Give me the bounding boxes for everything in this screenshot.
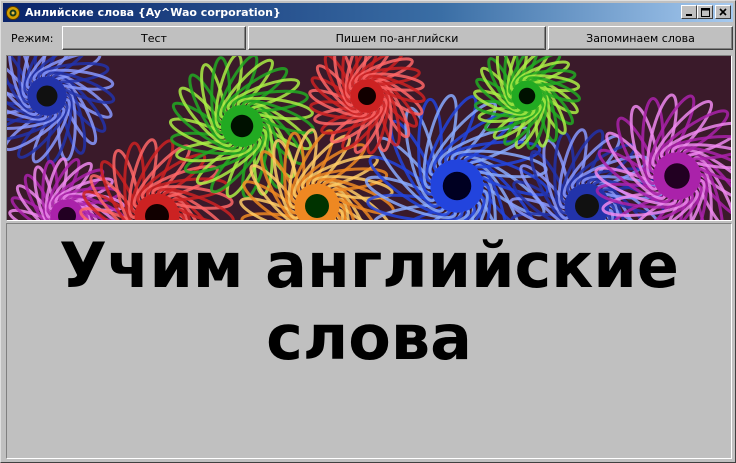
headline: Учим английские слова bbox=[59, 229, 679, 374]
window-controls bbox=[681, 5, 731, 19]
mode-write-english-button[interactable]: Пишем по-английски bbox=[248, 26, 546, 50]
close-icon bbox=[719, 8, 727, 16]
minimize-icon bbox=[686, 14, 692, 16]
maximize-button[interactable] bbox=[697, 5, 713, 19]
banner-image bbox=[7, 56, 731, 220]
maximize-icon bbox=[700, 7, 710, 17]
decorative-banner bbox=[6, 55, 732, 221]
main-panel: Учим английские слова bbox=[6, 223, 732, 459]
mode-memorize-button[interactable]: Запоминаем слова bbox=[548, 26, 733, 50]
mode-label: Режим: bbox=[11, 32, 54, 45]
app-icon[interactable] bbox=[5, 5, 21, 21]
mode-test-button[interactable]: Тест bbox=[62, 26, 246, 50]
app-window: Анлийские слова {Ay^Wao corporation} Реж… bbox=[0, 0, 736, 463]
minimize-button[interactable] bbox=[681, 5, 697, 19]
title-bar[interactable]: Анлийские слова {Ay^Wao corporation} bbox=[3, 3, 733, 22]
close-button[interactable] bbox=[715, 5, 731, 19]
mode-toolbar: Режим: Тест Пишем по-английски Запоминае… bbox=[5, 25, 733, 52]
window-title: Анлийские слова {Ay^Wao corporation} bbox=[25, 6, 281, 19]
